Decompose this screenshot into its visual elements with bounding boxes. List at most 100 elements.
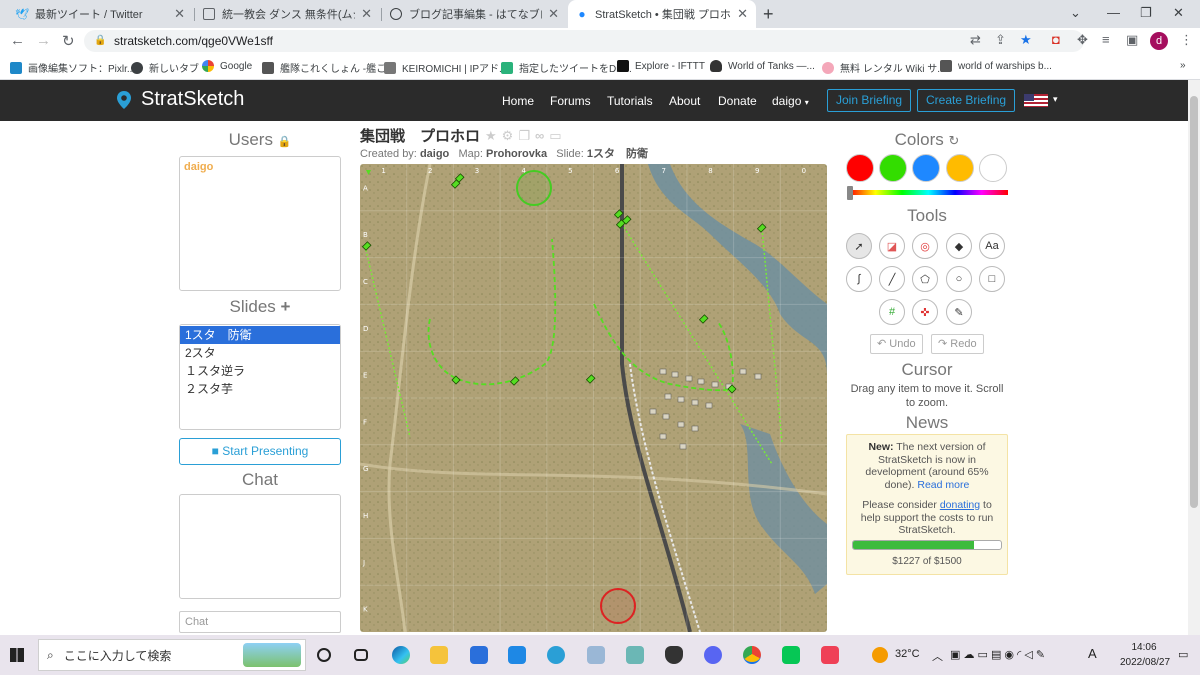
copy-icon[interactable]: ❐ [518, 128, 530, 144]
freehand-tool-icon[interactable]: ∫ [846, 266, 872, 292]
minimize-icon[interactable]: — [1107, 5, 1120, 20]
back-icon[interactable]: ← [10, 32, 25, 49]
chevron-down-icon[interactable]: ▾ [1053, 94, 1058, 105]
bookmark-item[interactable]: world of warships b... [940, 60, 1052, 72]
color-swatch-red[interactable] [846, 154, 874, 182]
paint-icon[interactable] [587, 646, 605, 664]
undo-button[interactable]: ↶ Undo [870, 334, 923, 354]
chrome-icon[interactable] [743, 646, 761, 664]
refresh-icon[interactable]: ↻ [948, 133, 959, 148]
text-tool-icon[interactable]: Aa [979, 233, 1005, 259]
reload-icon[interactable]: ↻ [62, 32, 75, 50]
square-tool-icon[interactable]: □ [979, 266, 1005, 292]
line-app-icon[interactable] [782, 646, 800, 664]
color-swatch-white[interactable] [979, 154, 1007, 182]
taskbar-search[interactable]: ⌕ ここに入力して検索 [38, 639, 306, 671]
bookmark-star-icon[interactable]: ★ [1020, 32, 1032, 48]
mail-icon[interactable] [508, 646, 526, 664]
map-canvas[interactable]: 1234567890 ABCDEFGHJK [360, 164, 827, 632]
map-drawing[interactable]: 1234567890 ABCDEFGHJK [360, 164, 827, 632]
reading-list-icon[interactable]: ≡ [1102, 32, 1110, 47]
star-icon[interactable]: ★ [485, 128, 497, 144]
bookmark-item[interactable]: 指定したツイートをDis... [501, 60, 632, 75]
forward-icon[interactable]: → [36, 32, 51, 49]
chat-input[interactable]: Chat [179, 611, 341, 633]
nav-home[interactable]: Home [502, 94, 534, 108]
ping-tool-icon[interactable]: ◎ [912, 233, 938, 259]
bookmark-item[interactable]: KEIROMICHI | IPアド... [384, 60, 507, 75]
extensions-puzzle-icon[interactable]: ✥ [1077, 32, 1088, 48]
edge-icon[interactable] [392, 646, 410, 664]
app-blue-icon[interactable] [547, 646, 565, 664]
tab-search-icon[interactable]: ⌄ [1070, 5, 1081, 21]
add-slide-icon[interactable]: + [281, 297, 291, 316]
extension-shield-icon[interactable]: ◘ [1052, 32, 1060, 47]
share-icon[interactable]: ⇪ [995, 32, 1006, 48]
cursor-tool-icon[interactable]: ➚ [846, 233, 872, 259]
user-menu[interactable]: daigo ▾ [772, 94, 809, 108]
ruler-tool-icon[interactable]: ✎ [946, 299, 972, 325]
world-of-tanks-icon[interactable] [665, 646, 683, 664]
close-tab-icon[interactable]: ✕ [361, 6, 372, 22]
file-explorer-icon[interactable] [430, 646, 448, 664]
tray-app-icons[interactable]: ▣ ☁ ▭ ▤ ◉ ◜ ◁ ✎ [950, 648, 1045, 661]
read-more-link[interactable]: Read more [917, 479, 969, 491]
target-tool-icon[interactable]: ✜ [912, 299, 938, 325]
eraser-tool-icon[interactable]: ◪ [879, 233, 905, 259]
windows-start-icon[interactable] [10, 648, 24, 662]
line-tool-icon[interactable]: ╱ [879, 266, 905, 292]
tab-twitter[interactable]: 🕊 最新ツイート / Twitter ✕ [8, 0, 193, 28]
color-swatch-blue[interactable] [912, 154, 940, 182]
scrollbar-thumb[interactable] [1190, 96, 1198, 508]
bookmarks-overflow-icon[interactable]: » [1180, 60, 1186, 71]
ime-indicator[interactable]: A [1088, 646, 1097, 661]
nav-tutorials[interactable]: Tutorials [607, 94, 653, 108]
notification-icon[interactable]: ▭ [1178, 648, 1188, 661]
browser-menu-icon[interactable]: ⋮ [1180, 32, 1193, 48]
tray-chevron-icon[interactable]: ︿ [932, 648, 943, 664]
bookmark-item[interactable]: 無料 レンタル Wiki サ... [822, 60, 946, 75]
cortana-icon[interactable] [317, 648, 331, 662]
create-briefing-button[interactable]: Create Briefing [917, 89, 1016, 112]
close-window-icon[interactable]: ✕ [1173, 5, 1184, 21]
close-tab-icon[interactable]: ✕ [737, 6, 748, 22]
site-brand[interactable]: StratSketch [117, 88, 244, 111]
slide-item[interactable]: ２スタ芋 [180, 380, 340, 398]
temperature[interactable]: 32°C [895, 648, 920, 660]
profile-avatar[interactable]: d [1150, 32, 1168, 50]
system-clock[interactable]: 14:06 2022/08/27 [1120, 640, 1170, 670]
pocket-icon[interactable] [821, 646, 839, 664]
maximize-icon[interactable]: ❐ [1140, 5, 1152, 21]
app-teal-icon[interactable] [626, 646, 644, 664]
donating-link[interactable]: donating [940, 499, 980, 511]
color-swatch-yellow[interactable] [946, 154, 974, 182]
start-presenting-button[interactable]: ■ Start Presenting [179, 438, 341, 465]
polygon-tool-icon[interactable]: ⬠ [912, 266, 938, 292]
redo-button[interactable]: ↷ Redo [931, 334, 984, 354]
nav-forums[interactable]: Forums [550, 94, 591, 108]
store-icon[interactable] [470, 646, 488, 664]
nav-donate[interactable]: Donate [718, 94, 757, 108]
grid-tool-icon[interactable]: # [879, 299, 905, 325]
color-swatch-green[interactable] [879, 154, 907, 182]
bookmark-item[interactable]: 画像編集ソフト：Pixlr... [10, 60, 135, 75]
slide-item[interactable]: 1スタ 防衛 [180, 326, 340, 344]
link-icon[interactable]: ∞ [535, 128, 544, 143]
tab-stratsketch[interactable]: ● StratSketch • 集団戦 プロホロ ✕ [568, 0, 756, 28]
discord-icon[interactable] [704, 646, 722, 664]
join-briefing-button[interactable]: Join Briefing [827, 89, 912, 112]
bookmark-item[interactable]: 新しいタブ [131, 60, 199, 75]
close-tab-icon[interactable]: ✕ [548, 6, 559, 22]
address-bar[interactable]: 🔒 stratsketch.com/qge0VWe1sff [84, 30, 1084, 52]
bookmark-item[interactable]: World of Tanks —... [710, 60, 815, 72]
translate-icon[interactable]: ⇄ [970, 32, 981, 48]
close-tab-icon[interactable]: ✕ [174, 6, 185, 22]
bookmark-item[interactable]: Explore - IFTTT [617, 60, 705, 72]
image-icon[interactable]: ▭ [549, 128, 561, 144]
slide-item[interactable]: 2スタ [180, 344, 340, 362]
task-view-icon[interactable] [354, 649, 368, 661]
tab-video[interactable]: 統一教会 ダンス 無条件(ムジョ ✕ [195, 0, 380, 28]
circle-tool-icon[interactable]: ○ [946, 266, 972, 292]
hue-slider-handle[interactable] [847, 186, 853, 200]
side-panel-icon[interactable]: ▣ [1126, 32, 1138, 48]
